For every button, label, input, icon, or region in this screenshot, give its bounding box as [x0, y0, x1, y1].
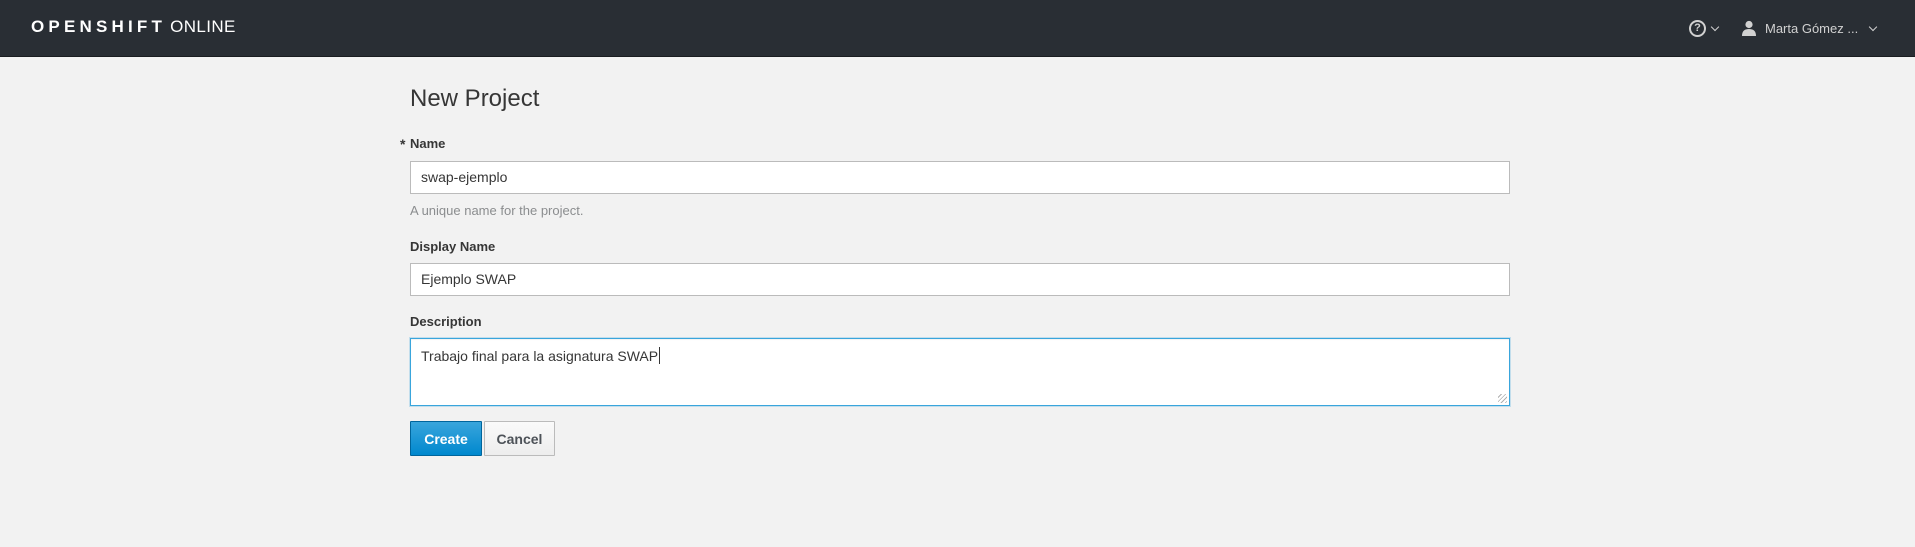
description-text: Trabajo final para la asignatura SWAP [421, 348, 659, 364]
display-name-label: Display Name [410, 239, 496, 254]
chevron-down-icon [1710, 22, 1720, 31]
brand-logo[interactable]: OPENSHIFT ONLINE [31, 17, 236, 37]
chevron-down-icon [1868, 22, 1878, 31]
help-menu-toggle[interactable]: ? [1689, 17, 1720, 39]
top-navbar: OPENSHIFT ONLINE ? Marta Gómez ... [0, 0, 1915, 57]
user-icon [1742, 20, 1756, 36]
required-indicator: * [400, 136, 406, 152]
page-title: New Project [410, 85, 540, 112]
user-menu-toggle[interactable]: Marta Gómez ... [1741, 17, 1878, 39]
text-cursor [659, 347, 661, 364]
brand-suffix: ONLINE [170, 17, 236, 36]
display-name-input[interactable]: Ejemplo SWAP [410, 263, 1510, 296]
create-button[interactable]: Create [410, 421, 482, 456]
cancel-button[interactable]: Cancel [484, 421, 555, 456]
question-circle-icon: ? [1689, 19, 1706, 37]
name-input[interactable]: swap-ejemplo [410, 161, 1510, 194]
description-textarea[interactable]: Trabajo final para la asignatura SWAP [410, 338, 1510, 406]
description-label: Description [410, 314, 482, 329]
user-name: Marta Gómez ... [1765, 20, 1859, 36]
name-label: Name [410, 136, 446, 151]
resize-grip-icon[interactable] [1498, 394, 1507, 403]
brand-name: OPENSHIFT [31, 17, 167, 36]
name-help-text: A unique name for the project. [410, 203, 584, 218]
